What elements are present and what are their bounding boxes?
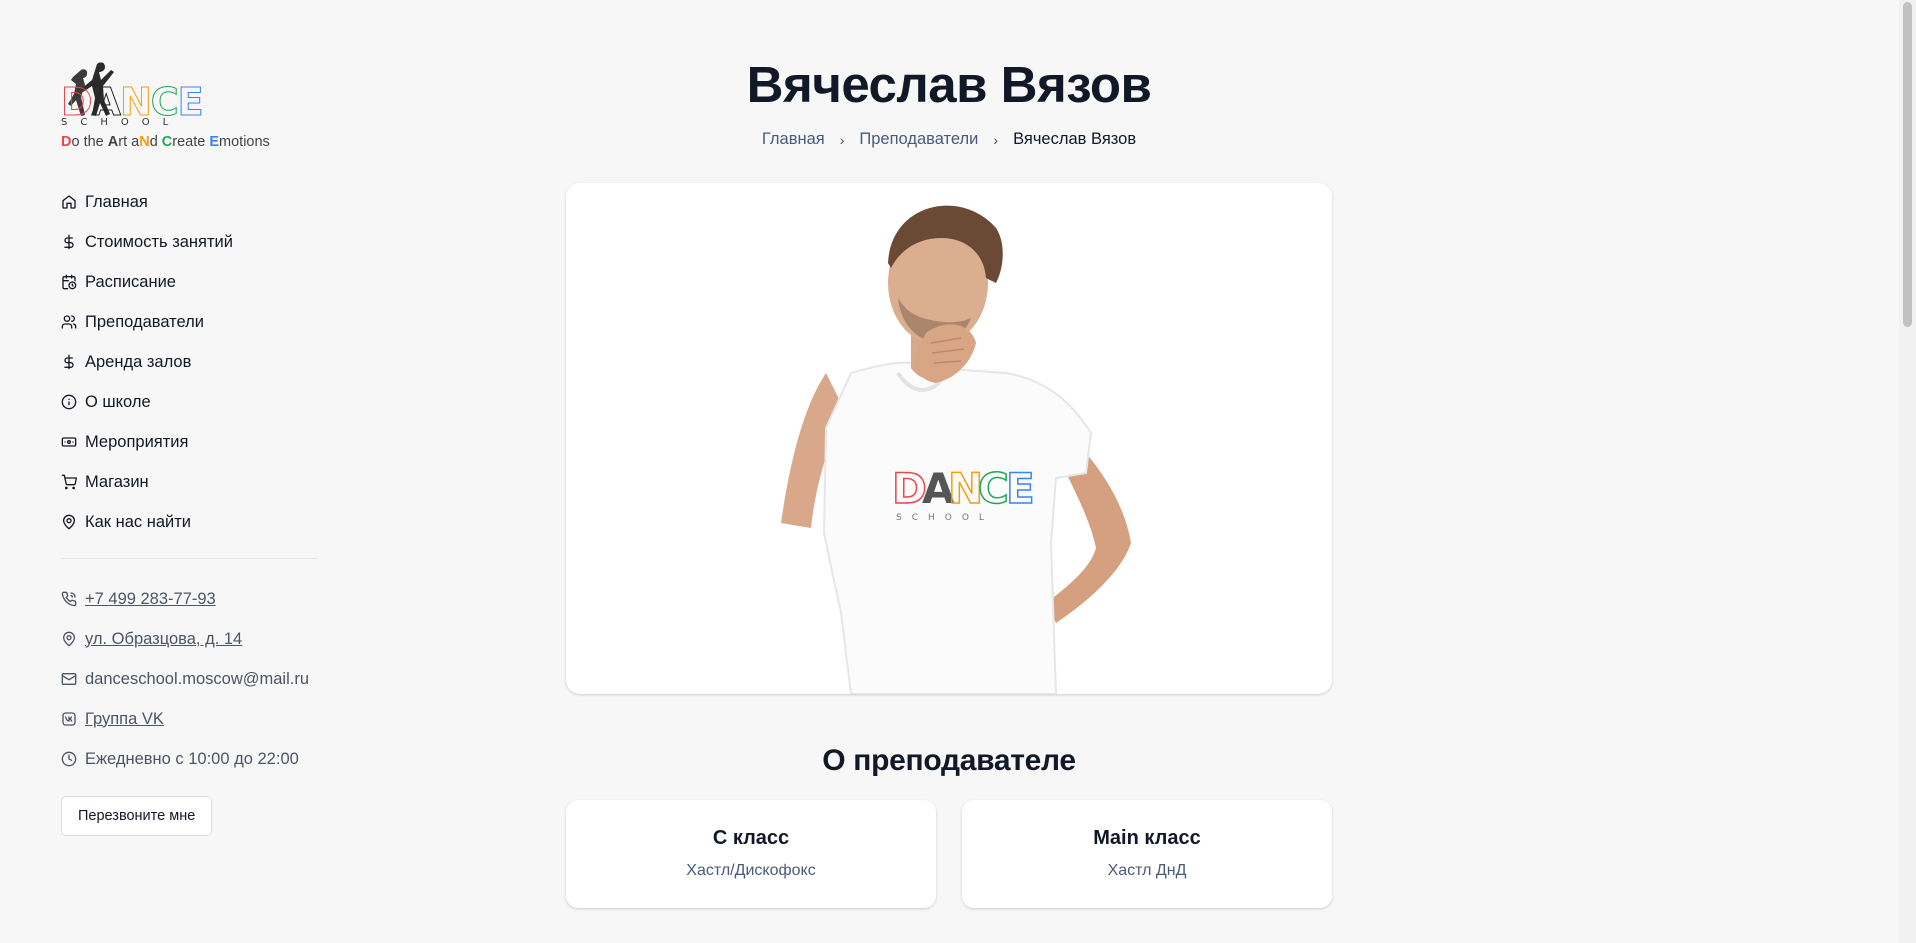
chevron-right-icon: ›: [839, 131, 845, 148]
tagline-part: C: [161, 134, 173, 150]
contact-email: danceschool.moscow@mail.ru: [61, 659, 321, 699]
nav-item-find-us[interactable]: Как нас найти: [61, 502, 321, 542]
nav-item-label: Мероприятия: [85, 432, 189, 451]
breadcrumb-home[interactable]: Главная: [762, 130, 825, 149]
breadcrumb-teachers[interactable]: Преподаватели: [859, 130, 978, 149]
sidebar-divider: [61, 558, 317, 559]
hours-text: Ежедневно с 10:00 до 22:00: [85, 749, 299, 768]
class-cards: C класс Хастл/Дискофокс Main класс Хастл…: [566, 800, 1332, 908]
breadcrumb: Главная › Преподаватели › Вячеслав Вязов: [566, 130, 1332, 149]
nav-item-label: Магазин: [85, 472, 149, 491]
contact-phone: +7 499 283-77-93: [61, 579, 321, 619]
page-title: Вячеслав Вязов: [746, 56, 1152, 113]
class-card: C класс Хастл/Дискофокс: [566, 800, 936, 908]
vk-icon: [62, 712, 76, 726]
nav-item-shop[interactable]: Магазин: [61, 462, 321, 502]
cart-icon: [61, 474, 77, 490]
email-text: danceschool.moscow@mail.ru: [85, 669, 310, 688]
logo-letter-e: E: [177, 80, 204, 124]
map-pin-icon: [62, 514, 76, 530]
dollar-icon: [64, 234, 74, 250]
contact-address: ул. Образцова, д. 14: [61, 619, 321, 659]
svg-text:SCHOOL: SCHOOL: [896, 513, 994, 523]
mail-icon: [61, 673, 77, 685]
tagline-part: motions: [219, 134, 270, 150]
nav-item-teachers[interactable]: Преподаватели: [61, 302, 321, 342]
nav-item-home[interactable]: Главная: [61, 182, 321, 222]
chevron-right-icon: ›: [993, 131, 999, 148]
nav-item-hall-rent[interactable]: Аренда залов: [61, 342, 321, 382]
tagline-part: reate: [172, 134, 210, 150]
calendar-clock-icon: [62, 274, 77, 290]
phone-icon: [61, 591, 77, 607]
dollar-icon: [64, 354, 74, 370]
nav-item-schedule[interactable]: Расписание: [61, 262, 321, 302]
home-icon: [62, 195, 76, 209]
nav-item-label: Стоимость занятий: [85, 232, 233, 251]
class-card-title: Main класс: [1093, 827, 1201, 849]
main-nav: Главная Стоимость занятий Расписание Пре…: [61, 182, 321, 542]
teacher-photo-illustration: D A N C E SCHOOL: [781, 205, 1131, 694]
nav-item-label: О школе: [85, 392, 151, 411]
tagline-part: A: [107, 134, 119, 150]
main-content: Вячеслав Вязов Главная › Преподаватели ›…: [566, 0, 1332, 908]
contact-vk: Группа VK: [61, 699, 321, 739]
brand-tagline: Do the Art aNd Create Emotions: [61, 134, 321, 150]
page-scrollbar[interactable]: [1899, 0, 1916, 943]
tagline-part: E: [209, 134, 220, 150]
dance-school-logo[interactable]: DANCE SCHOOL: [61, 60, 204, 130]
ticket-icon: [61, 437, 77, 447]
tagline-part: d: [149, 134, 162, 150]
logo-wordmark: DANCE: [61, 80, 205, 124]
tagline-part: D: [61, 134, 72, 150]
logo-school-text: SCHOOL: [61, 117, 182, 128]
nav-item-label: Расписание: [85, 272, 176, 291]
contact-hours: Ежедневно с 10:00 до 22:00: [61, 739, 321, 779]
clock-icon: [61, 751, 77, 767]
map-pin-icon: [62, 631, 76, 647]
class-card: Main класс Хастл ДнД: [962, 800, 1332, 908]
class-card-title: C класс: [712, 827, 790, 849]
about-teacher-heading: О преподавателе: [822, 744, 1076, 777]
class-card-subtitle: Хастл/Дискофокс: [686, 862, 816, 879]
users-icon: [61, 315, 77, 329]
nav-item-about[interactable]: О школе: [61, 382, 321, 422]
teacher-photo: D A N C E SCHOOL: [566, 183, 1332, 694]
class-card-subtitle: Хастл ДнД: [1107, 862, 1187, 879]
info-icon: [61, 394, 77, 410]
address-link[interactable]: ул. Образцова, д. 14: [85, 630, 242, 649]
contacts: +7 499 283-77-93 ул. Образцова, д. 14 da…: [61, 579, 321, 779]
nav-item-label: Главная: [85, 192, 148, 211]
vk-group-link[interactable]: Группа VK: [85, 710, 164, 729]
svg-text:E: E: [1006, 464, 1035, 513]
nav-item-prices[interactable]: Стоимость занятий: [61, 222, 321, 262]
scrollbar-thumb[interactable]: [1903, 2, 1912, 327]
sidebar: DANCE SCHOOL Do the Art aNd Create Emoti…: [61, 60, 321, 836]
nav-item-events[interactable]: Мероприятия: [61, 422, 321, 462]
nav-item-label: Аренда залов: [85, 352, 192, 371]
nav-item-label: Как нас найти: [85, 512, 191, 531]
callback-button[interactable]: Перезвоните мне: [61, 796, 213, 836]
svg-text:C: C: [978, 464, 1009, 513]
tagline-part: N: [139, 134, 150, 150]
tagline-part: o the: [71, 134, 108, 150]
nav-item-label: Преподаватели: [85, 312, 205, 331]
tagline-part: rt a: [118, 134, 140, 150]
phone-link[interactable]: +7 499 283-77-93: [85, 590, 216, 609]
breadcrumb-current: Вячеслав Вязов: [1013, 130, 1137, 148]
